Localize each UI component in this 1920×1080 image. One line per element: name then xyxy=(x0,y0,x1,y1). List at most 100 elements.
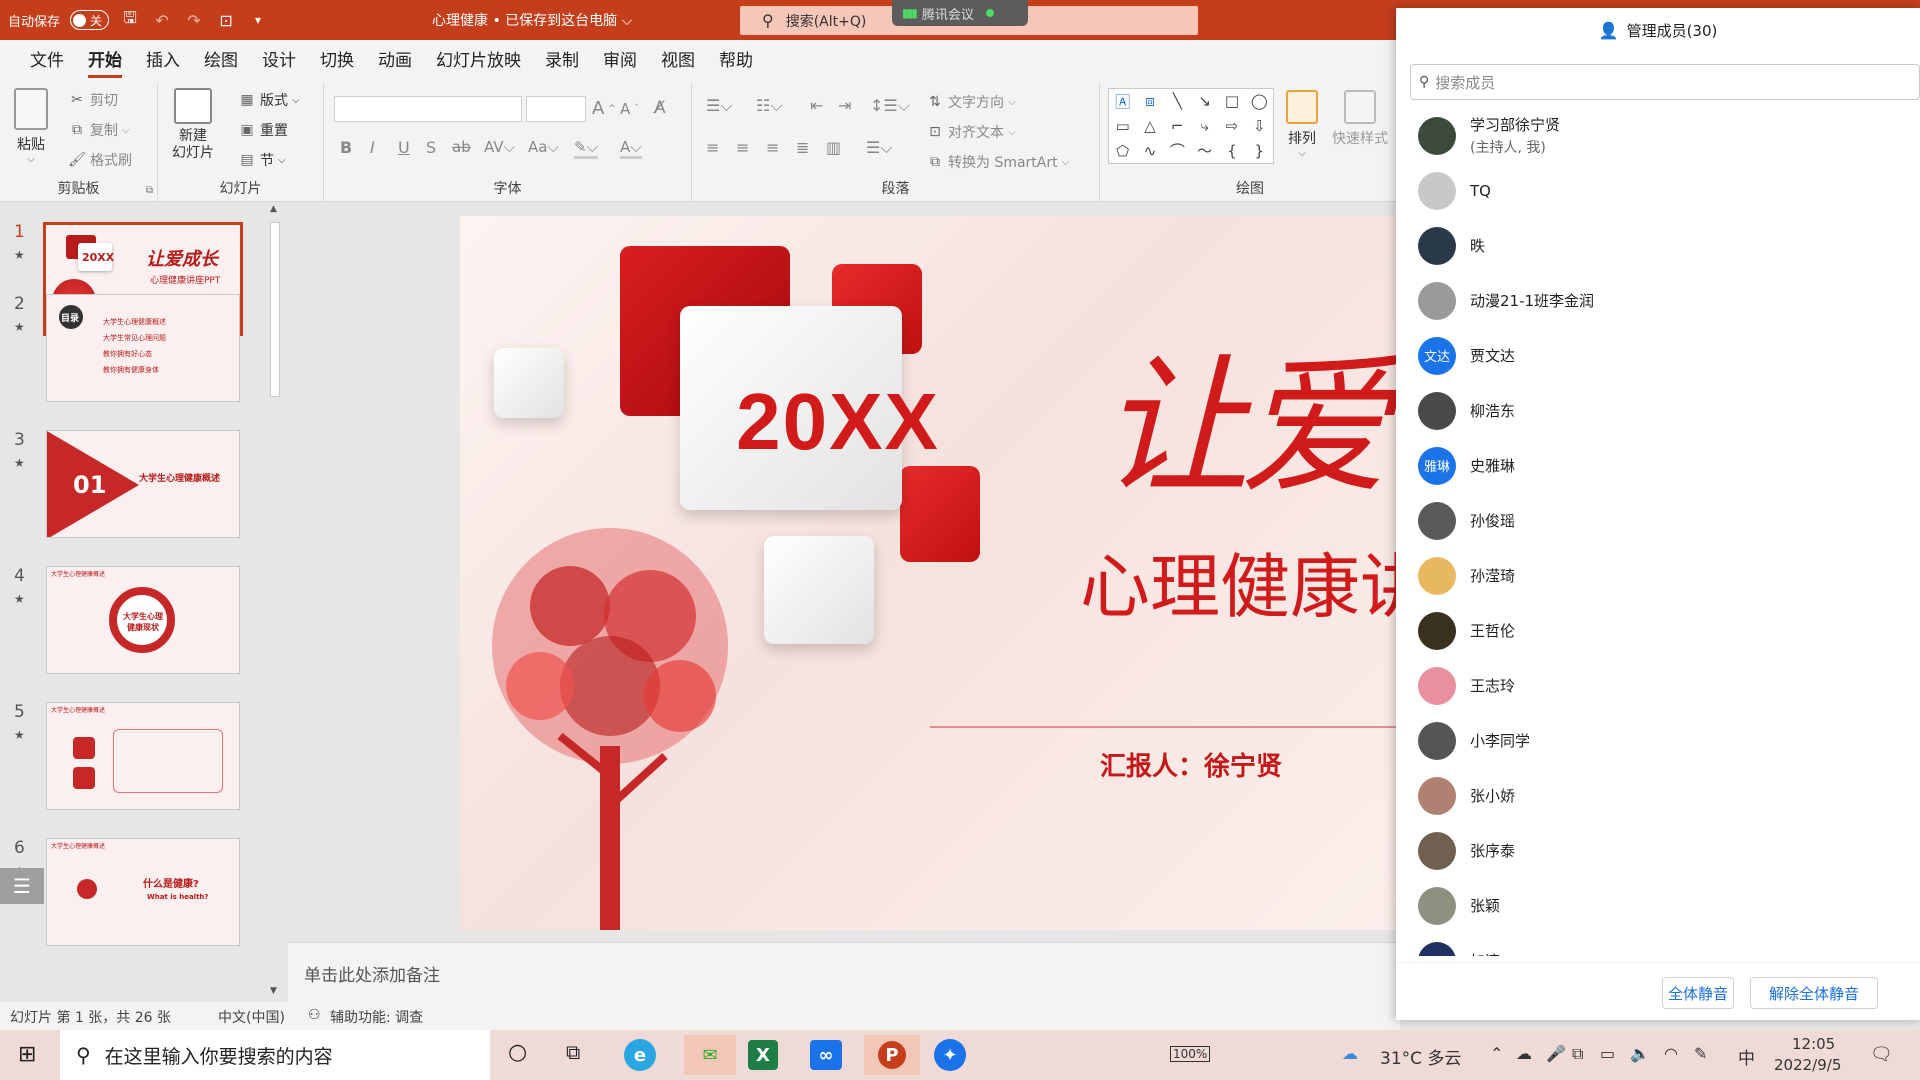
powerpoint-app-icon[interactable]: P xyxy=(864,1035,920,1075)
present-icon[interactable]: ⊡ xyxy=(215,9,237,31)
tab-help[interactable]: 帮助 xyxy=(707,40,765,82)
thumbnail-scrollbar[interactable]: ▲ ▼ xyxy=(266,202,284,1002)
highlight-icon[interactable]: ✎⌵ xyxy=(574,138,598,159)
microphone-icon[interactable]: 🎤 xyxy=(1546,1044,1566,1063)
member-row[interactable]: 张小娇 xyxy=(1396,768,1920,823)
member-row[interactable]: 学习部徐宁贤 (主持人, 我) xyxy=(1396,108,1920,163)
chevron-up-icon[interactable]: ⌃ xyxy=(1490,1044,1503,1063)
arrow-line-shape-icon[interactable]: ↘ xyxy=(1191,92,1218,110)
rectangle-shape-icon[interactable]: □ xyxy=(1218,92,1245,110)
scroll-down-icon[interactable]: ▼ xyxy=(270,986,277,996)
member-row[interactable]: 王志玲 xyxy=(1396,658,1920,713)
task-view-icon[interactable]: ⧉ xyxy=(566,1040,580,1064)
taskbar-search[interactable]: ⚲ 在这里输入你要搜索的内容 xyxy=(60,1030,490,1080)
member-row[interactable]: 文达 贾文达 xyxy=(1396,328,1920,383)
battery-icon[interactable]: ▭ xyxy=(1600,1044,1615,1063)
justify-icon[interactable]: ≣ xyxy=(796,138,809,157)
save-icon[interactable]: 🖫 xyxy=(119,8,141,31)
arrange-button[interactable]: 排列 ⌵ xyxy=(1286,90,1318,159)
align-right-icon[interactable]: ≡ xyxy=(766,138,779,157)
tab-view[interactable]: 视图 xyxy=(649,40,707,82)
clear-format-icon[interactable]: A̸ xyxy=(654,98,666,118)
cortana-icon[interactable]: ○ xyxy=(508,1040,527,1065)
tab-animations[interactable]: 动画 xyxy=(366,40,424,82)
font-color-icon[interactable]: A⌵ xyxy=(620,138,642,159)
italic-icon[interactable]: I xyxy=(370,138,375,157)
member-row[interactable]: 孙滢琦 xyxy=(1396,548,1920,603)
screen-share-icon[interactable]: ⧉ xyxy=(1572,1044,1583,1064)
unmute-all-button[interactable]: 解除全体静音 xyxy=(1750,977,1878,1009)
scrollbar-thumb[interactable] xyxy=(270,222,280,397)
align-text-button[interactable]: ⊡ 对齐文本 ⌵ xyxy=(926,122,1015,142)
down-arrow-shape-icon[interactable]: ⇩ xyxy=(1246,117,1273,135)
strikethrough-icon[interactable]: ab xyxy=(452,138,471,156)
tab-design[interactable]: 设计 xyxy=(250,40,308,82)
member-row[interactable]: 雅琳 史雅琳 xyxy=(1396,438,1920,493)
oval-shape-icon[interactable]: ◯ xyxy=(1246,92,1273,110)
member-row[interactable]: 张颖 xyxy=(1396,878,1920,933)
mute-all-button[interactable]: 全体静音 xyxy=(1662,977,1734,1009)
smartart-button[interactable]: ⧉ 转换为 SmartArt ⌵ xyxy=(926,152,1069,172)
thumbnail-slide-2[interactable]: 目录 大学生心理健康概述 大学生常见心理问题 教你拥有好心态 教你拥有健康身体 xyxy=(46,294,240,402)
tab-home[interactable]: 开始 xyxy=(76,40,134,82)
accessibility-status[interactable]: 辅助功能: 调查 xyxy=(330,1007,423,1027)
wifi-icon[interactable]: ◠ xyxy=(1664,1044,1678,1063)
edge-app-icon[interactable]: e xyxy=(624,1039,656,1071)
align-center-icon[interactable]: ≡ xyxy=(736,138,749,157)
columns-icon[interactable]: ☰⌵ xyxy=(866,138,892,158)
tab-insert[interactable]: 插入 xyxy=(134,40,192,82)
volume-icon[interactable]: 🔈 xyxy=(1630,1044,1650,1063)
scribble-shape-icon[interactable]: ∿ xyxy=(1136,142,1163,160)
excel-app-icon[interactable]: X xyxy=(748,1040,778,1070)
tab-draw[interactable]: 绘图 xyxy=(192,40,250,82)
battery-indicator[interactable]: 100% xyxy=(1170,1046,1211,1062)
language-indicator[interactable]: 中文(中国) xyxy=(218,1007,285,1027)
member-search-input[interactable]: ⚲ 搜索成员 xyxy=(1410,64,1920,100)
notes-pane[interactable]: 单击此处添加备注 xyxy=(288,942,1400,1002)
line-spacing-icon[interactable]: ↕☰⌵ xyxy=(870,96,910,116)
rounded-rect-shape-icon[interactable]: ▭ xyxy=(1109,117,1136,135)
member-row[interactable]: TQ xyxy=(1396,163,1920,218)
grow-font-icon[interactable]: A ^ xyxy=(592,98,616,119)
member-row[interactable]: 王哲伦 xyxy=(1396,603,1920,658)
ime-indicator[interactable]: 中 xyxy=(1738,1044,1755,1069)
font-family-combo[interactable] xyxy=(334,96,522,122)
clipboard-launcher-icon[interactable]: ⧉ xyxy=(146,185,153,196)
member-row[interactable]: 孙俊瑶 xyxy=(1396,493,1920,548)
quick-styles-button[interactable]: 快速样式 xyxy=(1332,90,1388,148)
member-row[interactable]: 动漫21-1班李金润 xyxy=(1396,273,1920,328)
paste-button[interactable]: 粘贴 ⌵ xyxy=(14,88,48,165)
format-painter-button[interactable]: 🖌 格式刷 xyxy=(68,150,132,170)
shadow-icon[interactable]: S xyxy=(426,138,436,157)
copy-button[interactable]: ⧉ 复制 ⌵ xyxy=(68,120,130,140)
outline-view-icon[interactable]: ☰ xyxy=(0,868,44,904)
elbow-shape-icon[interactable]: ⌐ xyxy=(1164,117,1191,135)
thumbnail-slide-6[interactable]: 大学生心理健康概述 什么是健康? What is health? xyxy=(46,838,240,946)
scroll-up-icon[interactable]: ▲ xyxy=(270,204,277,214)
tab-file[interactable]: 文件 xyxy=(18,40,76,82)
decrease-indent-icon[interactable]: ⇤ xyxy=(810,96,823,115)
increase-indent-icon[interactable]: ⇥ xyxy=(838,96,851,115)
left-brace-shape-icon[interactable]: { xyxy=(1218,142,1245,160)
tab-record[interactable]: 录制 xyxy=(533,40,591,82)
tab-slideshow[interactable]: 幻灯片放映 xyxy=(424,40,533,82)
document-title[interactable]: 心理健康 • 已保存到这台电脑 ⌵ xyxy=(432,10,632,30)
customize-toolbar-icon[interactable]: ▾ xyxy=(247,9,269,31)
member-row[interactable]: 柳浩东 xyxy=(1396,383,1920,438)
windows-start-icon[interactable]: ⊞ xyxy=(18,1042,36,1067)
notifications-icon[interactable]: 🗨 xyxy=(1870,1044,1893,1065)
clock-time[interactable]: 12:05 xyxy=(1792,1035,1835,1053)
bold-icon[interactable]: B xyxy=(340,138,352,157)
connector-shape-icon[interactable]: ⤷ xyxy=(1191,117,1218,135)
tab-transitions[interactable]: 切换 xyxy=(308,40,366,82)
member-row[interactable]: 小李同学 xyxy=(1396,713,1920,768)
clock-date[interactable]: 2022/9/5 xyxy=(1774,1056,1841,1074)
text-direction-button[interactable]: ⇅ 文字方向 ⌵ xyxy=(926,92,1015,112)
char-spacing-icon[interactable]: AV⌵ xyxy=(484,138,515,156)
vertical-textbox-shape-icon[interactable]: ⧈ xyxy=(1136,92,1163,110)
pen-icon[interactable]: ✎ xyxy=(1694,1044,1707,1063)
thumbnail-slide-4[interactable]: 大学生心理健康概述 大学生心理健康现状 xyxy=(46,566,240,674)
shapes-gallery[interactable]: 🄰 ⧈ ╲ ↘ □ ◯ ▭ △ ⌐ ⤷ ⇨ ⇩ ⬠ ∿ ⌒ 〜 { } xyxy=(1108,88,1274,164)
member-row[interactable]: 加速 xyxy=(1396,933,1920,956)
member-row[interactable]: 昳 xyxy=(1396,218,1920,273)
